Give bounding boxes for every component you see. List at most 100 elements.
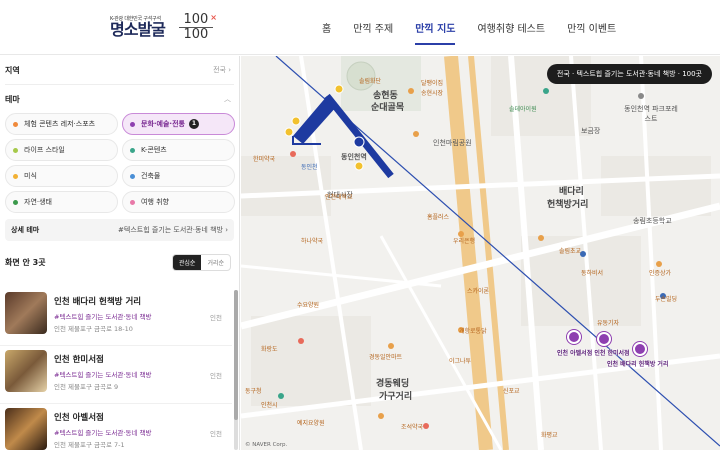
map-filter-badge[interactable]: 전국 · 텍스트힙 즐기는 도서관·동네 책방 · 100곳 (546, 64, 712, 84)
logo-wordmark: K-관광 대한민국 구석구석 명소발굴 (110, 16, 166, 39)
map-poi[interactable]: 인천시 (261, 400, 278, 409)
map-poi[interactable]: 개항로통닭 (459, 326, 487, 335)
theme-chip-travel-taste[interactable]: 여행 취향 (122, 191, 235, 213)
map-poi[interactable]: 솔림초교 (559, 246, 581, 255)
map-poi[interactable]: 경동일안마트 (369, 352, 402, 361)
map-poi[interactable]: 홈플러스 (427, 212, 449, 221)
results-header: 화면 안 3곳 관심순 거리순 (0, 251, 239, 273)
main-nav: 홈 만끽 주제 만끽 지도 여행취향 테스트 만끽 이벤트 (322, 20, 616, 45)
detail-theme-label: 상세 테마 (11, 226, 40, 234)
detail-theme-value: #텍스트힙 즐기는 도서관·동네 책방 › (118, 226, 228, 234)
place-tag: #텍스트힙 즐기는 도서관·동네 책방 (54, 371, 152, 379)
region-label: 지역 (5, 65, 20, 75)
site-logo[interactable]: K-관광 대한민국 구석구석 명소발굴 100 100 × (110, 10, 217, 44)
sort-toggle: 관심순 거리순 (171, 253, 231, 271)
theme-label: 테마 (5, 94, 20, 104)
place-card[interactable]: 인천 배다리 헌책방 거리 #텍스트힙 즐기는 도서관·동네 책방 인천 제물포… (0, 288, 232, 346)
theme-chip-experience[interactable]: 체험 콘텐츠 레저·스포츠 (5, 113, 118, 135)
place-card[interactable]: 인천 한미서점 #텍스트힙 즐기는 도서관·동네 책방 인천 제물포구 금곡로 … (0, 346, 232, 404)
map-poi[interactable]: 솔림화단 (359, 76, 381, 85)
theme-dot (13, 147, 18, 153)
map-poi[interactable]: 두손빌딩 (655, 294, 677, 303)
map-label-books: 헌책방거리 (547, 200, 589, 210)
logo-badge-top: 100 (183, 11, 209, 27)
place-marker[interactable] (633, 342, 647, 356)
theme-chip-food[interactable]: 미식 (5, 165, 118, 187)
map-poi[interactable]: 동하비서 (581, 268, 603, 277)
place-address: 인천 제물포구 금곡로 9 (54, 383, 119, 391)
map-poi[interactable]: 조석약국 (401, 422, 423, 431)
detail-theme-row[interactable]: 상세 테마 #텍스트힙 즐기는 도서관·동네 책방 › (5, 219, 234, 241)
place-tag: #텍스트힙 즐기는 도서관·동네 책방 (54, 429, 152, 437)
theme-dot (13, 173, 18, 179)
map-poi[interactable]: 수요양원 (297, 300, 319, 309)
map-poi[interactable]: 우리은행 (453, 236, 475, 245)
map-label-baedari: 배다리 (559, 187, 584, 197)
results-count: 화면 안 3곳 (5, 257, 46, 267)
place-name: 인천 아벨서점 (54, 413, 104, 423)
map-label-sundae: 순대골목 (371, 103, 405, 113)
map-poi[interactable]: 달팽이집 (421, 78, 443, 87)
marker-label-abel[interactable]: 인천 아벨서점 인천 한미서점 (557, 348, 630, 357)
map-poi[interactable]: 한미약국 (253, 154, 275, 163)
place-address: 인천 제물포구 금곡로 7-1 (54, 441, 125, 449)
place-marker[interactable] (597, 332, 611, 346)
sort-distance-button[interactable]: 거리순 (201, 255, 230, 270)
theme-chip-nature[interactable]: 자연·생태 (5, 191, 118, 213)
map-poi[interactable]: 인증상가 (649, 268, 671, 277)
map-poi[interactable]: 스카이론 (467, 286, 489, 295)
theme-dot (13, 121, 18, 127)
map-poi[interactable]: 인천대학교 (325, 192, 353, 201)
map-poi[interactable]: 송현시장 (421, 88, 443, 97)
theme-chip-architecture[interactable]: 건축물 (122, 165, 235, 187)
map-label-school: 송림초등학교 (633, 217, 672, 225)
map-poi[interactable]: 유동기자 (597, 318, 619, 327)
theme-dot (130, 147, 135, 153)
map-poi[interactable]: 동인천 (301, 162, 318, 171)
place-thumbnail (5, 350, 47, 392)
logo-100-badge: 100 100 × (177, 11, 217, 41)
map-view[interactable]: 전국 · 텍스트힙 즐기는 도서관·동네 책방 · 100곳 송현동 순대골목 … (241, 56, 720, 450)
nav-home[interactable]: 홈 (322, 20, 331, 45)
place-marker[interactable] (567, 330, 581, 344)
logo-badge-x: × (210, 12, 217, 22)
theme-dot (130, 199, 135, 205)
theme-dot (13, 199, 18, 205)
place-tag: #텍스트힙 즐기는 도서관·동네 책방 (54, 313, 152, 321)
theme-chips: 체험 콘텐츠 레저·스포츠 문화·예술·전통 1 라이프 스타일 K-콘텐츠 미식… (0, 113, 239, 213)
theme-row[interactable]: 테마 ︿ (0, 85, 239, 113)
map-label-bokjang: 보금장 (581, 127, 601, 135)
place-city: 인천 (210, 430, 222, 438)
map-poi[interactable]: 솔데아이원 (509, 104, 537, 113)
theme-chip-culture[interactable]: 문화·예술·전통 1 (122, 113, 235, 135)
marker-label-baedari[interactable]: 인천 배다리 헌책방 거리 (607, 359, 668, 368)
map-poi[interactable]: 하나약국 (301, 236, 323, 245)
region-value: 전국 › (213, 66, 231, 74)
place-card[interactable]: 인천 아벨서점 #텍스트힙 즐기는 도서관·동네 책방 인천 제물포구 금곡로 … (0, 404, 232, 450)
logo-title: 명소발굴 (110, 19, 166, 39)
map-label-park: 인천마림공원 (433, 139, 472, 147)
map-poi[interactable]: 이그나투 (449, 356, 471, 365)
top-header: K-관광 대한민국 구석구석 명소발굴 100 100 × 홈 만끽 주제 만끽… (0, 0, 720, 55)
sort-popular-button[interactable]: 관심순 (172, 254, 202, 270)
map-poi[interactable]: 화랑도 (261, 344, 278, 353)
nav-test[interactable]: 여행취향 테스트 (477, 20, 545, 45)
theme-chip-lifestyle[interactable]: 라이프 스타일 (5, 139, 118, 161)
theme-chip-kcontent[interactable]: K-콘텐츠 (122, 139, 235, 161)
map-copyright: © NAVER Corp. (245, 442, 288, 448)
map-poi[interactable]: 화평교 (541, 430, 558, 439)
place-city: 인천 (210, 314, 222, 322)
chevron-up-icon[interactable]: ︿ (224, 94, 231, 104)
nav-event[interactable]: 만끽 이벤트 (567, 20, 616, 45)
theme-dot (130, 121, 135, 127)
place-name: 인천 배다리 헌책방 거리 (54, 297, 142, 307)
place-address: 인천 제물포구 금곡로 18-10 (54, 325, 133, 333)
list-scrollbar-thumb[interactable] (234, 290, 238, 420)
map-poi[interactable]: 동구청 (245, 386, 262, 395)
nav-topics[interactable]: 만끽 주제 (353, 20, 393, 45)
map-label-station: 동인천역 (341, 153, 367, 161)
map-poi[interactable]: 예지요양원 (297, 418, 325, 427)
nav-map[interactable]: 만끽 지도 (415, 20, 456, 45)
map-poi[interactable]: 신포교 (503, 386, 520, 395)
region-row[interactable]: 지역 전국 › (0, 56, 239, 84)
